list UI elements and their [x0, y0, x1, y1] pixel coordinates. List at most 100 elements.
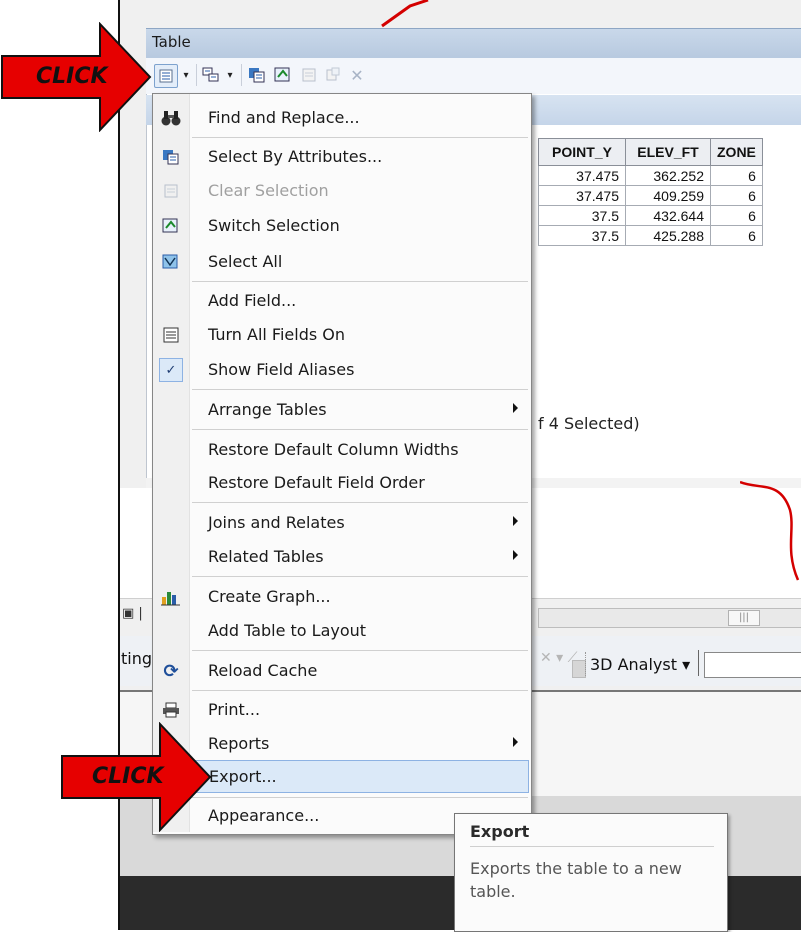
menu-item-label: Restore Default Column Widths — [208, 440, 459, 459]
menu-item-label: Restore Default Field Order — [208, 473, 425, 492]
menu-item-arrange-tables[interactable]: Arrange Tables — [153, 394, 529, 426]
menu-separator — [192, 389, 528, 390]
toolbar-separator — [241, 64, 242, 86]
delete-selected-icon — [322, 64, 344, 86]
menu-separator — [192, 576, 528, 577]
table-cell[interactable]: 37.5 — [538, 205, 626, 226]
menu-separator — [192, 281, 528, 282]
menu-separator — [192, 502, 528, 503]
menu-item-joins-and-relates[interactable]: Joins and Relates — [153, 507, 529, 539]
attribute-table: POINT_Y ELEV_FT ZONE 37.475 362.252 6 37… — [538, 138, 763, 246]
menu-item-label: Select All — [208, 252, 283, 271]
submenu-arrow-icon — [513, 737, 518, 747]
select-by-attributes-icon[interactable] — [246, 64, 268, 86]
menu-item-label: Switch Selection — [208, 216, 340, 235]
related-tables-icon[interactable] — [200, 64, 222, 86]
layout-view-icon[interactable]: ▣ | — [122, 606, 143, 621]
menu-item-label: Print... — [208, 700, 261, 719]
submenu-arrow-icon — [513, 550, 518, 560]
fields-list-icon — [161, 325, 181, 345]
menu-separator — [192, 137, 528, 138]
table-cell[interactable]: 362.252 — [625, 165, 711, 186]
bar-chart-icon — [161, 587, 181, 607]
menu-item-restore-default-field-order[interactable]: Restore Default Field Order — [153, 467, 529, 499]
table-cell[interactable]: 6 — [710, 185, 763, 206]
click-callout-label: CLICK — [92, 764, 164, 789]
menu-separator — [192, 690, 528, 691]
table-cell[interactable]: 37.5 — [538, 225, 626, 246]
table-row[interactable]: 37.475 409.259 6 — [538, 185, 763, 206]
table-row[interactable]: 37.5 425.288 6 — [538, 225, 763, 246]
submenu-arrow-icon — [513, 403, 518, 413]
menu-item-turn-all-fields-on[interactable]: Turn All Fields On — [153, 319, 529, 351]
refresh-icon: ⟳ — [163, 660, 179, 682]
table-cell[interactable]: 6 — [710, 165, 763, 186]
menu-item-label: Reload Cache — [208, 661, 318, 680]
table-options-dropdown-icon[interactable]: ▾ — [180, 64, 192, 86]
toolbar-partial-label: ting — [121, 649, 153, 668]
menu-item-label: Appearance... — [208, 806, 320, 825]
table-cell[interactable]: 409.259 — [625, 185, 711, 206]
column-header-elev-ft[interactable]: ELEV_FT — [625, 138, 711, 166]
toolbar-separator — [196, 64, 197, 86]
menu-item-label: Related Tables — [208, 547, 324, 566]
table-cell[interactable]: 37.475 — [538, 165, 626, 186]
column-header-zone[interactable]: ZONE — [710, 138, 763, 166]
menu-item-clear-selection: Clear Selection — [153, 175, 529, 207]
menu-item-related-tables[interactable]: Related Tables — [153, 541, 529, 573]
table-row[interactable]: 37.475 362.252 6 — [538, 165, 763, 186]
menu-item-create-graph[interactable]: Create Graph... — [153, 581, 529, 613]
tooltip-description: Exports the table to a new table. — [470, 859, 682, 901]
table-row[interactable]: 37.5 432.644 6 — [538, 205, 763, 226]
menu-item-label: Add Table to Layout — [208, 621, 367, 640]
table-cell[interactable]: 37.475 — [538, 185, 626, 206]
menu-item-add-table-to-layout[interactable]: Add Table to Layout — [153, 615, 529, 647]
column-header-point-y[interactable]: POINT_Y — [538, 138, 626, 166]
menu-item-add-field[interactable]: Add Field... — [153, 285, 529, 317]
clear-selection-icon — [161, 181, 181, 201]
table-window-titlebar[interactable] — [146, 28, 801, 59]
related-tables-dropdown-icon[interactable]: ▾ — [224, 64, 236, 86]
switch-selection-icon — [161, 216, 181, 236]
scrollbar-thumb[interactable]: ||| — [728, 610, 760, 626]
menu-item-find-and-replace[interactable]: Find and Replace... — [153, 102, 529, 134]
menu-item-select-by-attributes[interactable]: Select By Attributes... — [153, 141, 529, 173]
menu-item-label: Add Field... — [208, 291, 297, 310]
tooltip-divider — [470, 846, 714, 847]
select-all-icon — [161, 252, 181, 272]
menu-item-label: Turn All Fields On — [208, 325, 346, 344]
menu-item-label: Arrange Tables — [208, 400, 327, 419]
delete-icon: ✕ — [350, 65, 364, 85]
screenshot-stage: Table ▾ ▾ ✕ POINT_Y ELEV_FT ZONE 37.475 … — [0, 0, 801, 932]
table-cell[interactable]: 6 — [710, 225, 763, 246]
menu-item-label: Export... — [209, 767, 277, 786]
menu-item-reload-cache[interactable]: ⟳ Reload Cache — [153, 655, 529, 687]
menu-item-label: Show Field Aliases — [208, 360, 355, 379]
menu-item-label: Reports — [208, 734, 270, 753]
table-options-icon[interactable] — [154, 64, 178, 88]
toolbar-separator — [698, 650, 699, 676]
window-title: Table — [152, 33, 191, 51]
toolbar-separator — [585, 652, 587, 676]
submenu-arrow-icon — [513, 516, 518, 526]
clear-selection-icon — [298, 64, 320, 86]
menu-separator — [192, 797, 528, 798]
table-cell[interactable]: 432.644 — [625, 205, 711, 226]
menu-item-select-all[interactable]: Select All — [153, 246, 529, 278]
menu-item-show-field-aliases[interactable]: ✓ Show Field Aliases — [153, 354, 529, 386]
layer-combo-box[interactable] — [704, 652, 801, 678]
horizontal-scrollbar[interactable] — [538, 608, 801, 628]
menu-item-label: Find and Replace... — [208, 108, 360, 127]
map-feature-line — [381, 0, 429, 28]
binoculars-icon — [161, 108, 181, 128]
toolbar-overflow-icon[interactable] — [572, 660, 586, 678]
3d-analyst-dropdown[interactable]: 3D Analyst ▾ — [590, 655, 690, 674]
table-cell[interactable]: 6 — [710, 205, 763, 226]
menu-item-restore-default-column-widths[interactable]: Restore Default Column Widths — [153, 434, 529, 466]
menu-separator — [192, 650, 528, 651]
switch-selection-icon[interactable] — [272, 64, 294, 86]
table-cell[interactable]: 425.288 — [625, 225, 711, 246]
click-callout-label: CLICK — [36, 64, 108, 89]
menu-item-switch-selection[interactable]: Switch Selection — [153, 210, 529, 242]
selection-count-text: f 4 Selected) — [538, 414, 640, 433]
